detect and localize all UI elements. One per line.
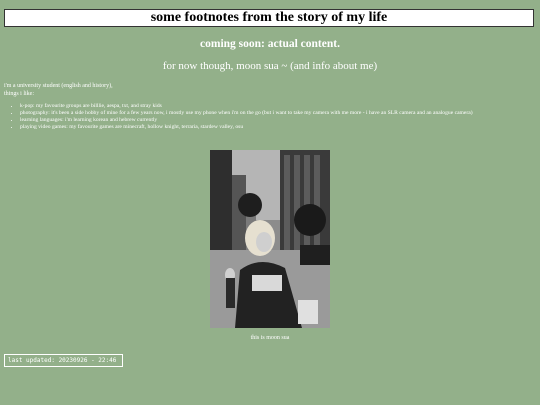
moon-sua-photo xyxy=(210,150,330,328)
page-title: some footnotes from the story of my life xyxy=(4,9,534,27)
coming-soon-heading: coming soon: actual content. xyxy=(200,38,340,50)
subheading: for now though, moon sua ~ (and info abo… xyxy=(162,60,378,72)
last-updated-badge: last updated: 20230926 - 22:46 xyxy=(4,354,123,367)
list-item: learning languages: i'm learning korean … xyxy=(20,117,540,124)
likes-list: k-pop: my favourite groups are billlie, … xyxy=(12,103,540,131)
list-item: photography: it's been a side hobby of m… xyxy=(20,110,540,117)
list-item: k-pop: my favourite groups are billlie, … xyxy=(20,103,540,110)
photo-image xyxy=(210,150,330,328)
intro-line: i'm a university student (english and hi… xyxy=(4,83,113,89)
intro-text: i'm a university student (english and hi… xyxy=(4,82,113,98)
list-item: playing video games: my favourite games … xyxy=(20,124,540,131)
photo-caption: this is moon sua xyxy=(250,335,290,341)
intro-line: things i like: xyxy=(4,91,34,97)
